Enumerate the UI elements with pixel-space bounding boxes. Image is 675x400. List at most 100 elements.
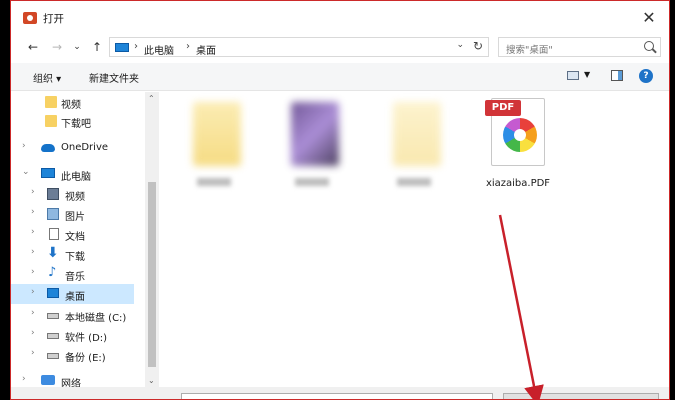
sidebar-item-drive-e[interactable]: › 备份 (E:) xyxy=(11,345,134,365)
file-item-folder-blurred[interactable] xyxy=(371,92,457,192)
folder-icon xyxy=(291,102,339,166)
sidebar-item-label: 视频 xyxy=(61,100,81,111)
open-file-dialog: 打开 ✕ ← → ⌄ ↑ › 此电脑 › 桌面 ⌄ ↻ 搜索"桌面" 组织 ▾ … xyxy=(10,0,670,400)
picture-icon xyxy=(47,208,59,220)
sidebar-item-drive-c[interactable]: › 本地磁盘 (C:) xyxy=(11,305,134,325)
folder-icon xyxy=(45,96,57,108)
file-list: PDF xiazaiba.PDF xyxy=(161,92,669,387)
up-button[interactable]: ↑ xyxy=(89,39,105,55)
address-dropdown-icon[interactable]: ⌄ xyxy=(456,40,464,50)
chevron-right-icon[interactable]: › xyxy=(31,348,35,358)
sidebar-item-label: 图片 xyxy=(65,212,85,223)
drive-icon xyxy=(47,353,59,359)
sidebar-item-onedrive[interactable]: › OneDrive xyxy=(11,138,134,158)
monitor-icon xyxy=(115,43,129,52)
file-name: xiazaiba.PDF xyxy=(485,178,551,189)
chevron-right-icon[interactable]: › xyxy=(31,227,35,237)
sidebar-item-videos[interactable]: › 视频 xyxy=(11,184,134,204)
organize-menu-button[interactable]: 组织 ▾ xyxy=(33,70,61,85)
drive-icon xyxy=(47,313,59,319)
network-icon xyxy=(41,375,55,385)
close-button[interactable]: ✕ xyxy=(637,7,661,29)
forward-button[interactable]: → xyxy=(49,39,65,55)
scroll-up-icon[interactable]: ⌃ xyxy=(148,94,155,103)
onedrive-icon xyxy=(41,144,55,152)
powerpoint-app-icon xyxy=(23,12,37,24)
chevron-right-icon[interactable]: › xyxy=(31,207,35,217)
navigation-row: ← → ⌄ ↑ › 此电脑 › 桌面 ⌄ ↻ 搜索"桌面" xyxy=(11,35,669,61)
view-options-icon[interactable] xyxy=(567,71,579,80)
music-icon: ♪ xyxy=(48,265,57,280)
file-name-row xyxy=(11,387,669,399)
new-folder-button[interactable]: 新建文件夹 xyxy=(89,70,139,85)
sidebar-item-label: 下载 xyxy=(65,252,85,263)
refresh-icon[interactable]: ↻ xyxy=(473,39,483,53)
desktop-icon xyxy=(47,288,59,298)
scroll-down-icon[interactable]: ⌄ xyxy=(148,376,155,385)
chevron-right-icon[interactable]: › xyxy=(31,267,35,277)
colorful-circle-logo-icon xyxy=(503,118,537,152)
sidebar-item-label: 文档 xyxy=(65,232,85,243)
monitor-icon xyxy=(41,168,55,178)
recent-locations-button[interactable]: ⌄ xyxy=(69,39,85,55)
document-icon xyxy=(49,228,59,240)
search-icon[interactable] xyxy=(644,41,654,51)
sidebar-item-drive-d[interactable]: › 软件 (D:) xyxy=(11,325,134,345)
sidebar-item-label: 此电脑 xyxy=(61,172,91,183)
search-input[interactable]: 搜索"桌面" xyxy=(498,37,661,57)
chevron-right-icon[interactable]: › xyxy=(22,374,26,384)
chevron-right-icon[interactable]: › xyxy=(31,328,35,338)
chevron-down-icon[interactable]: ▼ xyxy=(584,70,590,79)
sidebar-item-desktop[interactable]: › 桌面 xyxy=(11,284,134,304)
drive-icon xyxy=(47,333,59,339)
file-item-folder-blurred[interactable] xyxy=(171,92,257,192)
file-item-folder-blurred[interactable] xyxy=(269,92,355,192)
folder-icon xyxy=(393,102,441,166)
sidebar-item-label: 本地磁盘 (C:) xyxy=(65,313,127,324)
chevron-down-icon[interactable]: ⌄ xyxy=(22,167,30,177)
folder-icon xyxy=(193,102,241,166)
chevron-right-icon[interactable]: › xyxy=(31,187,35,197)
file-item-pdf[interactable]: PDF xiazaiba.PDF xyxy=(475,92,561,192)
search-placeholder: 搜索"桌面" xyxy=(506,45,553,56)
sidebar-item-label: 桌面 xyxy=(65,292,85,303)
command-toolbar: 组织 ▾ 新建文件夹 ▼ ? xyxy=(11,63,669,91)
sidebar-item-label: 视频 xyxy=(65,192,85,203)
address-bar[interactable]: › 此电脑 › 桌面 ⌄ ↻ xyxy=(109,37,489,57)
breadcrumb-this-pc[interactable]: 此电脑 xyxy=(144,42,174,57)
chevron-right-icon[interactable]: › xyxy=(31,308,35,318)
sidebar-item-label: 备份 (E:) xyxy=(65,353,106,364)
sidebar-item-music[interactable]: › ♪ 音乐 xyxy=(11,264,134,284)
chevron-right-icon[interactable]: › xyxy=(22,141,26,151)
breadcrumb-separator-icon: › xyxy=(134,41,138,52)
sidebar-scrollbar[interactable]: ⌃ ⌄ xyxy=(145,92,159,387)
pdf-badge: PDF xyxy=(485,100,521,116)
back-button[interactable]: ← xyxy=(25,39,41,55)
sidebar-item-downloads[interactable]: › ⬇ 下载 xyxy=(11,244,134,264)
scrollbar-thumb[interactable] xyxy=(148,182,156,367)
sidebar-item-documents[interactable]: › 文档 xyxy=(11,224,134,244)
sidebar-item-this-pc[interactable]: ⌄ 此电脑 xyxy=(11,164,134,184)
chevron-right-icon[interactable]: › xyxy=(31,287,35,297)
breadcrumb-separator-icon: › xyxy=(186,41,190,52)
sidebar-item-pictures[interactable]: › 图片 xyxy=(11,204,134,224)
title-bar: 打开 ✕ xyxy=(11,1,669,35)
navigation-pane: 视频 下载吧 › OneDrive ⌄ 此电脑 › 视频 › 图片 › 文档 ›… xyxy=(11,92,145,390)
chevron-right-icon[interactable]: › xyxy=(31,247,35,257)
breadcrumb-desktop[interactable]: 桌面 xyxy=(196,42,216,57)
sidebar-item-label: 软件 (D:) xyxy=(65,333,108,344)
download-icon: ⬇ xyxy=(47,245,59,261)
file-name-input[interactable] xyxy=(181,393,493,399)
open-button[interactable] xyxy=(503,393,659,399)
sidebar-item-xiazaiba[interactable]: 下载吧 xyxy=(11,111,134,131)
sidebar-item-videos-quick[interactable]: 视频 xyxy=(11,92,134,112)
sidebar-item-label: 音乐 xyxy=(65,272,85,283)
window-title: 打开 xyxy=(43,13,64,25)
help-icon[interactable]: ? xyxy=(639,69,653,83)
preview-pane-icon[interactable] xyxy=(611,70,623,81)
file-label-blurred xyxy=(295,178,329,186)
file-label-blurred xyxy=(397,178,431,186)
sidebar-item-label: 下载吧 xyxy=(61,119,91,130)
file-label-blurred xyxy=(197,178,231,186)
video-icon xyxy=(47,188,59,200)
